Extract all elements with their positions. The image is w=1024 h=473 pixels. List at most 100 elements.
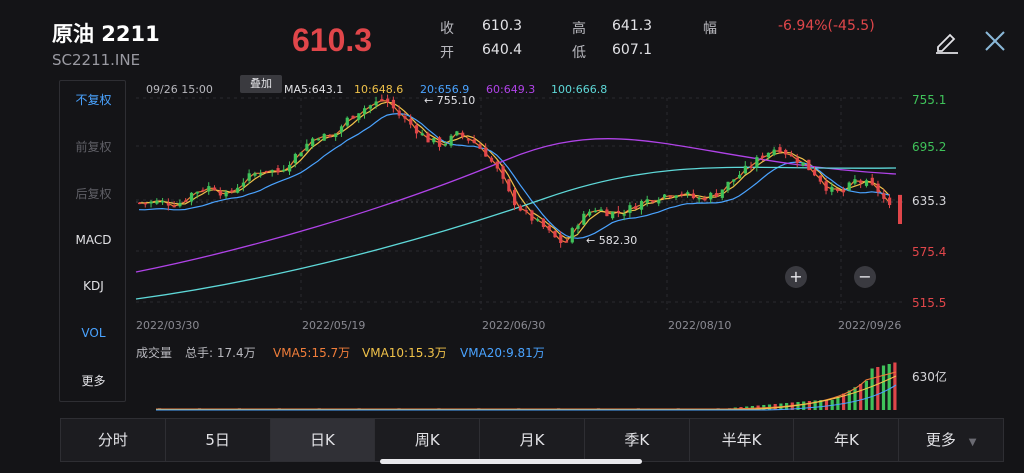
volume-axis-label: 630亿 xyxy=(912,370,947,384)
candle-body xyxy=(720,189,724,198)
candle-body xyxy=(357,113,361,120)
y-axis-label: 695.2 xyxy=(912,140,947,154)
x-axis-label: 2022/06/30 xyxy=(482,319,546,332)
open-label: 开 xyxy=(440,45,454,61)
pencil-icon[interactable] xyxy=(932,28,960,58)
candle-body xyxy=(351,115,355,119)
candle-body xyxy=(853,179,857,184)
high-annotation: ← 755.10 xyxy=(424,94,476,107)
side-item-forward-adjust[interactable]: 前复权 xyxy=(60,138,127,155)
candle-body xyxy=(813,169,817,176)
candle-body xyxy=(576,225,580,229)
candle-body xyxy=(824,181,828,191)
candle-body xyxy=(807,159,811,171)
candle-body xyxy=(178,202,182,207)
candle-body xyxy=(841,189,846,193)
candle-body xyxy=(570,228,574,243)
candle-body xyxy=(426,133,430,143)
candle-body xyxy=(888,197,892,206)
kline-chart[interactable] xyxy=(126,80,946,412)
home-indicator[interactable] xyxy=(380,459,642,464)
tab-quarterly-k[interactable]: 季K xyxy=(585,419,690,461)
candle-body xyxy=(363,108,367,114)
candle-body xyxy=(663,194,667,198)
candle-body xyxy=(345,117,349,126)
candle-body xyxy=(207,186,211,192)
candle-body xyxy=(518,205,522,211)
candle-body xyxy=(870,177,874,185)
x-axis-label: 2022/09/26 xyxy=(838,319,902,332)
candle-body xyxy=(501,166,505,179)
zoom-out-button[interactable]: − xyxy=(854,266,876,288)
candle-body xyxy=(616,210,621,213)
candle-body xyxy=(466,139,471,141)
candle-body xyxy=(155,200,159,204)
candle-body xyxy=(201,189,205,192)
candle-body xyxy=(709,192,713,200)
candle-body xyxy=(305,143,309,151)
side-item-vol[interactable]: VOL xyxy=(60,326,127,340)
volume-bar xyxy=(887,364,891,410)
candle-body xyxy=(322,133,326,141)
side-item-more[interactable]: 更多 xyxy=(60,372,127,389)
candle-body xyxy=(276,168,280,173)
candle-body xyxy=(847,182,851,191)
candle-body xyxy=(386,98,390,103)
candle-body xyxy=(795,157,799,164)
volume-bar xyxy=(870,368,874,410)
vma5-label: VMA5:15.7万 xyxy=(273,346,351,360)
tab-more[interactable]: 更多 ▼ xyxy=(899,419,1003,461)
candle-body xyxy=(455,131,459,136)
volume-bar xyxy=(881,365,886,410)
candle-body xyxy=(224,192,228,197)
volume-bar xyxy=(807,401,811,410)
close-label: 收 xyxy=(440,21,454,37)
tab-monthly-k[interactable]: 月K xyxy=(480,419,585,461)
candle-body xyxy=(259,173,263,175)
open-value: 640.4 xyxy=(482,42,523,58)
candle-body xyxy=(293,153,297,164)
candle-body xyxy=(403,116,407,119)
candle-body xyxy=(588,211,592,216)
side-item-no-adjust[interactable]: 不复权 xyxy=(60,91,127,108)
candle-body xyxy=(213,187,217,191)
candle-body xyxy=(864,180,869,186)
candle-body xyxy=(316,138,321,141)
tab-intraday[interactable]: 分时 xyxy=(61,419,166,461)
caret-down-icon: ▼ xyxy=(968,437,977,448)
candle-body xyxy=(282,169,286,172)
candle-body xyxy=(489,157,494,162)
tab-daily-k[interactable]: 日K xyxy=(270,419,376,461)
candle-body xyxy=(657,199,661,204)
tab-5day[interactable]: 5日 xyxy=(166,419,271,461)
candle-body xyxy=(380,99,384,101)
candle-body xyxy=(599,209,603,211)
candle-body xyxy=(339,126,344,133)
candle-body xyxy=(541,218,546,228)
instrument-code: SC2211.INE xyxy=(52,51,141,69)
volume-bar xyxy=(853,387,857,410)
volume-bar xyxy=(864,380,868,410)
candle-body xyxy=(898,194,902,225)
side-item-kdj[interactable]: KDJ xyxy=(60,279,127,293)
tab-weekly-k[interactable]: 周K xyxy=(375,419,481,461)
candle-body xyxy=(391,99,396,109)
candle-body xyxy=(461,132,465,137)
side-item-macd[interactable]: MACD xyxy=(60,233,127,247)
side-item-backward-adjust[interactable]: 后复权 xyxy=(60,185,127,202)
tab-yearly-k[interactable]: 年K xyxy=(794,419,900,461)
candle-body xyxy=(189,192,194,202)
candle-body xyxy=(714,193,719,197)
candle-body xyxy=(299,152,303,157)
low-label: 低 xyxy=(572,45,586,61)
candle-body xyxy=(253,173,257,176)
candle-body xyxy=(680,193,684,196)
candle-body xyxy=(645,199,649,203)
candle-body xyxy=(264,170,269,173)
candle-body xyxy=(634,206,638,210)
close-icon[interactable] xyxy=(984,30,1006,56)
volume-title: 成交量 xyxy=(136,346,173,360)
zoom-in-button[interactable]: + xyxy=(785,266,807,288)
candle-body xyxy=(495,161,499,169)
tab-halfyear-k[interactable]: 半年K xyxy=(690,419,795,461)
